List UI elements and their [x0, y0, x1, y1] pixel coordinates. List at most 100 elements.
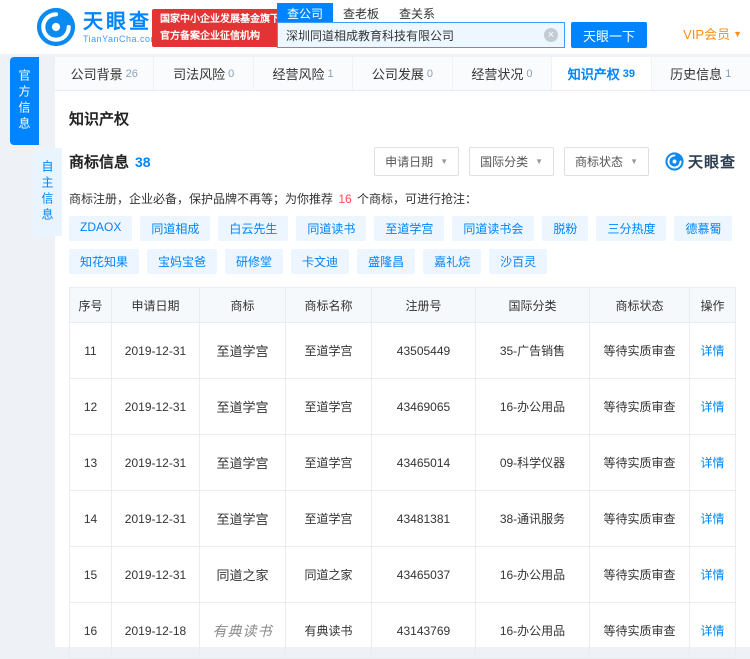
- tianyancha-watermark: 天眼查: [665, 151, 736, 172]
- nav-tab-operation-status[interactable]: 经营状况 0: [453, 57, 553, 90]
- action-cell: 详情: [689, 322, 736, 379]
- row-no: 16: [69, 602, 112, 659]
- tag-item[interactable]: 知花知果: [69, 249, 140, 274]
- tag-item[interactable]: 脱粉: [542, 216, 589, 241]
- col-header-registration-no: 注册号: [371, 287, 476, 323]
- intl-class: 09-科学仪器: [475, 434, 590, 491]
- nav-tab-company-development[interactable]: 公司发展 0: [353, 57, 453, 90]
- watermark-text: 天眼查: [687, 154, 736, 171]
- promo-count: 16: [338, 192, 352, 206]
- action-cell: 详情: [689, 378, 736, 435]
- filter-apply-date[interactable]: 申请日期 ▼: [374, 147, 460, 176]
- tab-search-company[interactable]: 查公司: [277, 3, 334, 22]
- brand-domain: TianYanCha.com: [83, 34, 159, 44]
- tag-item[interactable]: 同道读书: [296, 216, 367, 241]
- tag-item[interactable]: 同道相成: [140, 216, 211, 241]
- search-button[interactable]: 天眼一下: [571, 22, 648, 48]
- tag-item[interactable]: 沙百灵: [489, 249, 548, 274]
- chevron-down-icon: ▼: [733, 28, 742, 39]
- registration-no: 43505449: [371, 322, 476, 379]
- intl-class: 38-通讯服务: [475, 490, 590, 547]
- tag-item[interactable]: 三分热度: [596, 216, 667, 241]
- col-header-intl-class: 国际分类: [475, 287, 590, 323]
- tag-item[interactable]: 嘉礼烷: [423, 249, 482, 274]
- tianyancha-logo[interactable]: 天眼查 TianYanCha.com: [36, 7, 159, 47]
- nav-tab-company-background[interactable]: 公司背景 26: [55, 57, 155, 90]
- nav-tab-history-info[interactable]: 历史信息 1: [652, 57, 750, 90]
- side-tab-official-info[interactable]: 官方信息: [10, 57, 39, 145]
- table-row: 16 2019-12-18 有典读书 有典读书 43143769 16-办公用品…: [69, 602, 736, 659]
- tianyancha-logo-icon: [36, 7, 76, 47]
- tag-item[interactable]: 研修堂: [225, 249, 284, 274]
- col-header-trademark: 商标: [199, 287, 286, 323]
- tag-item[interactable]: 宝妈宝爸: [147, 249, 218, 274]
- detail-link[interactable]: 详情: [700, 624, 724, 638]
- trademark-name: 同道之家: [285, 546, 372, 603]
- registration-no: 43481381: [371, 490, 476, 547]
- recommended-trademark-tags: ZDAOX 同道相成 白云先生 同道读书 至道学宫 同道读书会 脱粉 三分热度 …: [55, 207, 750, 274]
- trademark-status: 等待实质审查: [589, 602, 690, 659]
- side-tab-self-info[interactable]: 自主信息: [33, 148, 62, 236]
- nav-tab-operation-risk[interactable]: 经营风险 1: [254, 57, 354, 90]
- apply-date: 2019-12-31: [111, 434, 200, 491]
- registration-no: 43465014: [371, 434, 476, 491]
- tag-item[interactable]: 同道读书会: [452, 216, 535, 241]
- vip-menu[interactable]: VIP会员 ▼: [683, 24, 742, 43]
- chevron-down-icon: ▼: [630, 157, 638, 166]
- tag-item[interactable]: 盛隆昌: [357, 249, 416, 274]
- detail-link[interactable]: 详情: [700, 568, 724, 582]
- apply-date: 2019-12-31: [111, 490, 200, 547]
- tag-item[interactable]: 白云先生: [218, 216, 289, 241]
- brand-name: 天眼查: [83, 11, 152, 33]
- trademark-status: 等待实质审查: [589, 378, 690, 435]
- row-no: 12: [69, 378, 112, 435]
- tag-item[interactable]: 卡文迪: [291, 249, 350, 274]
- row-no: 11: [69, 322, 112, 379]
- trademark-promo: 商标注册，企业必备，保护品牌不再等；为你推荐 16 个商标，可进行抢注：: [69, 192, 478, 206]
- detail-link[interactable]: 详情: [700, 344, 724, 358]
- detail-link[interactable]: 详情: [700, 512, 724, 526]
- intl-class: 16-办公用品: [475, 546, 590, 603]
- col-header-trademark-name: 商标名称: [285, 287, 372, 323]
- vip-label: VIP会员: [683, 27, 731, 42]
- apply-date: 2019-12-31: [111, 322, 200, 379]
- tab-search-relation[interactable]: 查关系: [389, 3, 445, 22]
- search-input[interactable]: [277, 22, 565, 48]
- trademark-title-group: 商标信息 38: [69, 151, 151, 172]
- row-no: 13: [69, 434, 112, 491]
- chevron-down-icon: ▼: [440, 157, 449, 166]
- tag-item[interactable]: 至道学宫: [374, 216, 445, 241]
- nav-tab-intellectual-property[interactable]: 知识产权 39: [552, 57, 652, 90]
- company-section-nav: 公司背景 26 司法风险 0 经营风险 1 公司发展 0 经营状况 0 知识产权 39 历史…: [55, 57, 750, 91]
- clear-icon[interactable]: ×: [544, 28, 558, 42]
- action-cell: 详情: [689, 434, 736, 491]
- search-tabs: 查公司 查老板 查关系: [277, 3, 647, 22]
- trademark-status: 等待实质审查: [589, 322, 690, 379]
- registration-no: 43465037: [371, 546, 476, 603]
- section-title: 知识产权: [69, 111, 130, 128]
- badge-line2: 官方备案企业征信机构: [160, 31, 260, 42]
- chevron-down-icon: ▼: [535, 157, 544, 166]
- logo-text: 天眼查 TianYanCha.com: [83, 10, 159, 44]
- tab-search-boss[interactable]: 查老板: [333, 3, 389, 22]
- trademark-status: 等待实质审查: [589, 490, 690, 547]
- col-header-apply-date: 申请日期: [111, 287, 200, 323]
- trademark-status: 等待实质审查: [589, 546, 690, 603]
- action-cell: 详情: [689, 546, 736, 603]
- tag-item[interactable]: 德慕蜀: [674, 216, 733, 241]
- col-header-status: 商标状态: [589, 287, 690, 323]
- filter-trademark-status[interactable]: 商标状态 ▼: [564, 147, 649, 176]
- table-header-row: 序号 申请日期 商标 商标名称 注册号 国际分类 商标状态 操作: [69, 287, 736, 323]
- action-cell: 详情: [689, 490, 736, 547]
- trademark-name: 至道学宫: [285, 490, 372, 547]
- nav-tab-judicial-risk[interactable]: 司法风险 0: [154, 57, 254, 90]
- filter-intl-class[interactable]: 国际分类 ▼: [469, 147, 555, 176]
- table-row: 14 2019-12-31 至道学宫 至道学宫 43481381 38-通讯服务…: [69, 490, 736, 547]
- tag-item[interactable]: ZDAOX: [69, 216, 133, 241]
- detail-link[interactable]: 详情: [700, 456, 724, 470]
- apply-date: 2019-12-18: [111, 602, 200, 659]
- trademark-image: 至道学宫: [199, 378, 286, 435]
- detail-link[interactable]: 详情: [700, 400, 724, 414]
- intl-class: 16-办公用品: [475, 378, 590, 435]
- trademark-section-title: 商标信息: [69, 154, 130, 171]
